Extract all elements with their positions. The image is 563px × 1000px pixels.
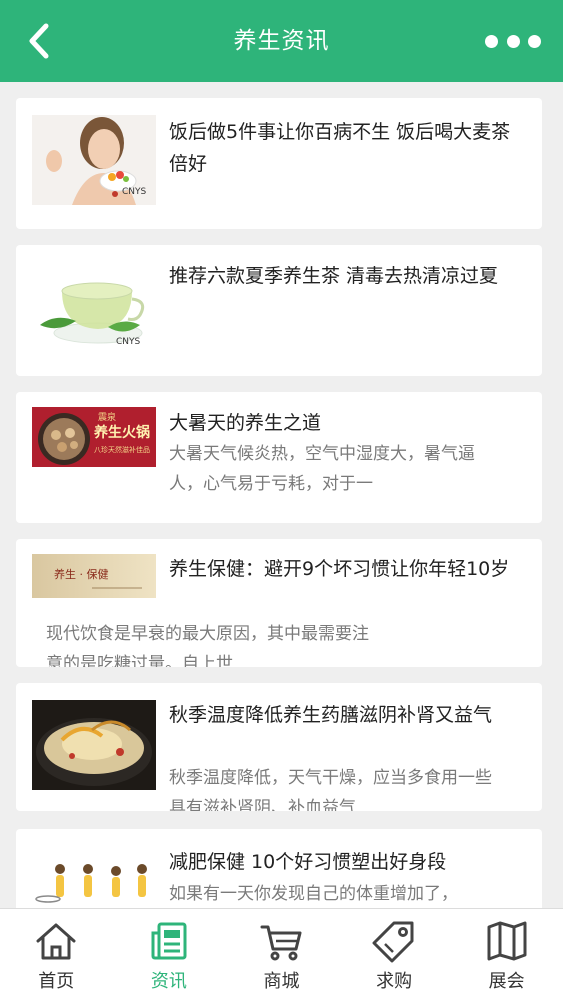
tab-news[interactable]: 资讯 [113, 909, 226, 1000]
cart-icon [260, 925, 302, 961]
article-card[interactable]: 震泉 养生火锅 八珍天然滋补佳品 大暑天的养生之道 大暑天气候炎热，空气中湿度大… [16, 392, 542, 523]
tab-purchase[interactable]: 求购 [338, 909, 451, 1000]
tab-label: 求购 [376, 971, 413, 992]
tab-mall[interactable]: 商城 [225, 909, 338, 1000]
watermark-text: CNYS [116, 337, 141, 347]
tab-exhibition[interactable]: 展会 [450, 909, 563, 1000]
more-dots-icon [528, 34, 541, 48]
article-title: 养生保健：避开9个坏习惯让你年轻10岁 [169, 558, 510, 580]
article-title: 大暑天的养生之道 [169, 412, 322, 434]
tab-label: 资讯 [150, 971, 187, 992]
article-summary: 如果有一天你发现自己的体重增加了， [169, 884, 458, 904]
tag-icon [372, 921, 414, 963]
tab-label: 首页 [38, 971, 75, 992]
tab-home[interactable]: 首页 [0, 909, 113, 1000]
woman-fruit-photo: CNYS [32, 115, 156, 205]
article-title: 推荐六款夏季养生茶 清毒去热清凉过夏 [169, 265, 499, 287]
article-summary: 秋季温度降低，天气干燥，应当多食用一些具有滋补肾阴、补血益气 [169, 768, 492, 811]
watermark-text: CNYS [122, 187, 147, 197]
health-banner-photo: 养生 · 保健 [32, 554, 156, 598]
article-title: 饭后做5件事让你百病不生 饭后喝大麦茶倍好 [169, 121, 511, 175]
article-card[interactable]: 减肥保健 10个好习惯塑出好身段 如果有一天你发现自己的体重增加了， [16, 829, 542, 908]
more-dots-icon [485, 34, 498, 48]
banner-sub-text: 八珍天然滋补佳品 [94, 446, 150, 454]
herbal-chicken-soup-photo [32, 700, 156, 790]
hotpot-banner-photo: 震泉 养生火锅 八珍天然滋补佳品 [32, 407, 156, 467]
home-icon [36, 923, 76, 960]
banner-title-text: 养生 · 保健 [54, 568, 109, 581]
article-list: CNYS 饭后做5件事让你百病不生 饭后喝大麦茶倍好 CNYS 推荐六款夏季养生… [0, 82, 563, 908]
article-title: 秋季温度降低养生药膳滋阴补肾又益气 [169, 704, 493, 726]
banner-title-text: 养生火锅 [94, 425, 150, 441]
app-header: 养生资讯 [0, 0, 563, 82]
article-card[interactable]: CNYS 饭后做5件事让你百病不生 饭后喝大麦茶倍好 [16, 98, 542, 229]
article-summary: 大暑天气候炎热，空气中湿度大，暑气逼人，心气易于亏耗，对于一 [169, 444, 475, 494]
article-title: 减肥保健 10个好习惯塑出好身段 [169, 851, 447, 873]
fitness-women-photo [32, 855, 156, 908]
page-title: 养生资讯 [233, 28, 330, 54]
more-button[interactable] [485, 26, 541, 56]
news-icon [151, 922, 187, 960]
bottom-tab-bar: 首页 资讯 商城 求购 展会 [0, 908, 563, 1000]
article-card[interactable]: CNYS 推荐六款夏季养生茶 清毒去热清凉过夏 [16, 245, 542, 376]
map-icon [487, 921, 527, 961]
more-dots-icon [506, 34, 520, 48]
article-summary: 现代饮食是早衰的最大原因，其中最需要注意的是吃糖过量。自上世 [46, 624, 369, 667]
green-tea-cup-photo: CNYS [32, 263, 156, 353]
article-card[interactable]: 秋季温度降低养生药膳滋阴补肾又益气 秋季温度降低，天气干燥，应当多食用一些具有滋… [16, 683, 542, 811]
article-card[interactable]: 养生 · 保健 养生保健：避开9个坏习惯让你年轻10岁 现代饮食是早衰的最大原因… [16, 539, 542, 667]
tab-label: 商城 [263, 971, 300, 992]
tab-label: 展会 [488, 971, 525, 992]
